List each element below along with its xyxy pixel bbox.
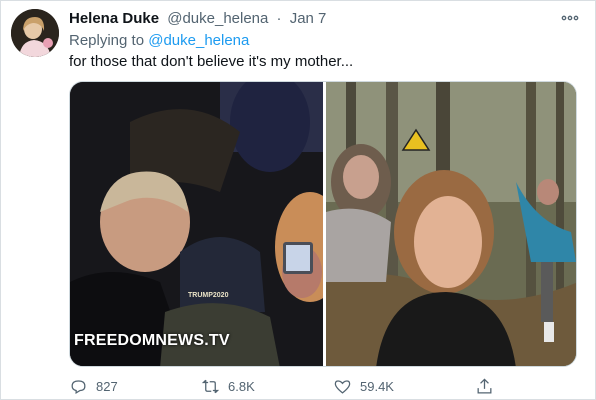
share-button[interactable] [475,375,502,397]
right-photo-image [326,82,576,366]
cap-text: TRUMP2020 [188,292,229,299]
header-separator: · [276,10,282,27]
share-icon [477,377,492,393]
reply-icon [71,379,86,394]
tweet-header: Helena Duke @duke_helena · Jan 7 [69,10,326,28]
like-button[interactable]: 59.4K [333,375,394,397]
like-count: 59.4K [360,378,394,394]
tweet-actions: 827 6.8K 59.4K [69,375,577,397]
like-icon [334,379,351,394]
replying-prefix: Replying to [69,32,145,49]
tweet-card: Helena Duke @duke_helena · Jan 7 Replyin… [0,0,596,400]
avatar[interactable] [11,9,59,57]
replying-to: Replying to @duke_helena [69,32,249,50]
author-handle[interactable]: @duke_helena [167,10,268,27]
media-photo-right[interactable] [326,82,576,366]
replying-handle-link[interactable]: @duke_helena [148,32,249,49]
retweet-count: 6.8K [228,378,255,394]
reply-count: 827 [96,378,118,394]
tweet-media[interactable]: TRUMP2020 FREEDOMNEWS.TV [69,81,577,367]
retweet-icon [201,379,220,393]
left-photo-image: TRUMP2020 [70,82,323,366]
reply-button[interactable]: 827 [69,375,118,397]
author-name[interactable]: Helena Duke [69,10,159,27]
tweet-date[interactable]: Jan 7 [290,10,327,27]
avatar-image [11,9,59,57]
more-icon[interactable] [561,9,579,32]
tweet-text: for those that don't believe it's my mot… [69,53,354,70]
media-photo-left[interactable]: TRUMP2020 FREEDOMNEWS.TV [70,82,323,366]
retweet-button[interactable]: 6.8K [201,375,255,397]
media-watermark: FREEDOMNEWS.TV [74,332,230,349]
